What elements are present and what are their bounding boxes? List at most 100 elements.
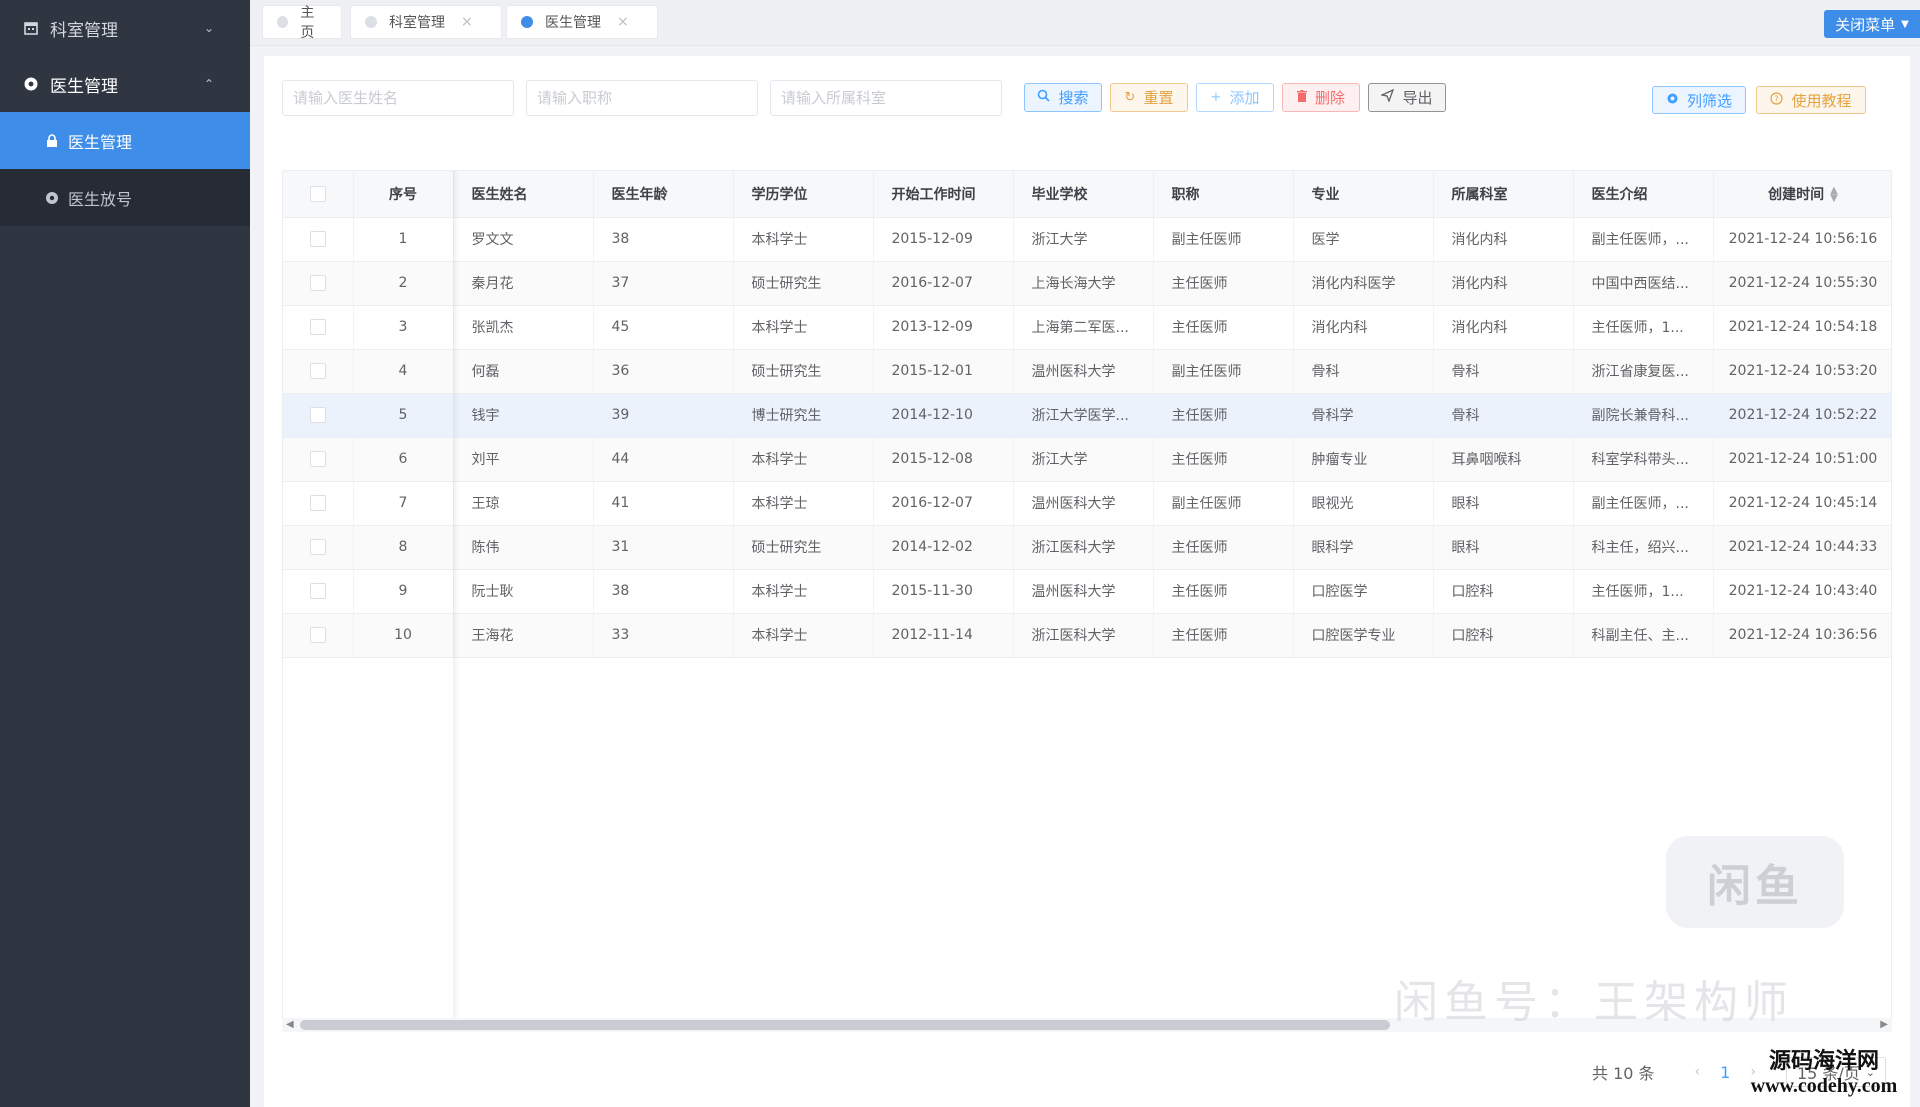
row-checkbox-cell[interactable]	[283, 261, 354, 306]
degree-cell: 硕士研究生	[733, 261, 874, 306]
close-icon[interactable]: ×	[461, 14, 473, 30]
delete-label: 删除	[1314, 89, 1345, 107]
total-count: 共 10 条	[1591, 1064, 1655, 1083]
sidebar-group-department[interactable]: 科室管理 ⌄	[0, 0, 250, 56]
school-cell: 温州医科大学	[1013, 569, 1154, 614]
age-cell: 38	[593, 217, 734, 262]
degree-cell: 硕士研究生	[733, 349, 874, 394]
start-date-cell: 2012-11-14	[873, 613, 1014, 658]
serial-cell: 8	[353, 525, 454, 570]
table-row[interactable]: 3 张凯杰 45 本科学士 2013-12-09 上海第二军医... 主任医师 消化内科 消化内…	[283, 305, 1891, 350]
row-checkbox-cell[interactable]	[283, 525, 354, 570]
row-checkbox[interactable]	[309, 319, 326, 335]
tab-department[interactable]: 科室管理 ×	[350, 5, 502, 39]
row-checkbox-cell[interactable]	[283, 305, 354, 350]
close-menu-label: 关闭菜单	[1835, 15, 1896, 34]
tab-label: 科室管理	[389, 15, 445, 31]
sidebar-item-doctor-schedule[interactable]: 医生放号	[0, 169, 250, 226]
add-button[interactable]: + 添加	[1196, 83, 1274, 112]
start-date-cell: 2015-11-30	[873, 569, 1014, 614]
select-all-checkbox[interactable]	[309, 185, 326, 202]
send-icon	[1380, 88, 1395, 106]
delete-button[interactable]: 删除	[1282, 83, 1360, 112]
row-checkbox[interactable]	[309, 627, 326, 643]
age-cell: 44	[593, 437, 734, 482]
gear-icon	[44, 190, 60, 206]
table-row[interactable]: 9 阮士耿 38 本科学士 2015-11-30 温州医科大学 主任医师 口腔医学 口腔科 主任医…	[283, 569, 1891, 614]
doctor-name-cell: 刘平	[453, 437, 594, 482]
prev-page-button[interactable]: ‹	[1695, 1064, 1701, 1080]
row-checkbox[interactable]	[309, 495, 326, 511]
sidebar-item-doctor-management[interactable]: 医生管理	[0, 112, 250, 169]
scroll-right-icon[interactable]: ▶	[1880, 1018, 1888, 1032]
table-row[interactable]: 2 秦月花 37 硕士研究生 2016-12-07 上海长海大学 主任医师 消化内科医学 消化内…	[283, 261, 1891, 306]
major-cell: 眼视光	[1293, 481, 1434, 526]
start-date-cell: 2016-12-07	[873, 481, 1014, 526]
tutorial-button[interactable]: ? 使用教程	[1756, 86, 1866, 114]
sort-icon[interactable]: ▲ ▼	[1830, 185, 1838, 203]
close-menu-button[interactable]: 关闭菜单 ▼	[1824, 10, 1920, 38]
reset-button[interactable]: ↻ 重置	[1110, 83, 1188, 112]
row-checkbox-cell[interactable]	[283, 393, 354, 438]
row-checkbox[interactable]	[309, 231, 326, 247]
search-button[interactable]: 搜索	[1024, 83, 1102, 112]
serial-cell: 7	[353, 481, 454, 526]
doctor-name-cell: 阮士耿	[453, 569, 594, 614]
doctor-name-cell: 罗文文	[453, 217, 594, 262]
scroll-left-icon[interactable]: ◀	[286, 1018, 294, 1032]
select-all-checkbox-cell[interactable]	[283, 171, 354, 218]
row-checkbox-cell[interactable]	[283, 349, 354, 394]
table-row[interactable]: 5 钱宇 39 博士研究生 2014-12-10 浙江大学医学... 主任医师 骨科学 骨科 副院…	[283, 393, 1891, 438]
row-checkbox[interactable]	[309, 583, 326, 599]
serial-cell: 10	[353, 613, 454, 658]
row-checkbox-cell[interactable]	[283, 217, 354, 262]
export-label: 导出	[1402, 89, 1433, 107]
sidebar-group-doctor[interactable]: 医生管理 ⌃	[0, 56, 250, 112]
created-time-cell: 2021-12-24 10:43:40	[1713, 569, 1891, 614]
row-checkbox[interactable]	[309, 407, 326, 423]
intro-cell: 科副主任、主...	[1573, 613, 1714, 658]
trash-icon	[1296, 89, 1307, 106]
tab-home[interactable]: 主页	[262, 5, 342, 41]
created-time-cell: 2021-12-24 10:44:33	[1713, 525, 1891, 570]
department-cell: 骨科	[1433, 393, 1574, 438]
row-checkbox-cell[interactable]	[283, 437, 354, 482]
row-checkbox[interactable]	[309, 275, 326, 291]
column-filter-button[interactable]: 列筛选	[1652, 86, 1746, 114]
table-row[interactable]: 8 陈伟 31 硕士研究生 2014-12-02 浙江医科大学 主任医师 眼科学 眼科 科主任，绍…	[283, 525, 1891, 570]
sidebar-item-label: 医生放号	[68, 189, 133, 209]
department-input[interactable]	[770, 80, 1002, 116]
current-page[interactable]: 1	[1720, 1063, 1730, 1082]
tutorial-label: 使用教程	[1791, 91, 1852, 110]
tab-bar: 主页 科室管理 × 医生管理 × 关闭菜单 ▼	[250, 0, 1920, 46]
sortable-column-header[interactable]: 创建时间 ▲ ▼	[1713, 171, 1891, 218]
site-name: 源码海洋网	[1768, 1049, 1879, 1074]
table-row[interactable]: 4 何磊 36 硕士研究生 2015-12-01 温州医科大学 副主任医师 骨科 骨科 浙江省康复…	[283, 349, 1891, 394]
table-row[interactable]: 7 王琼 41 本科学士 2016-12-07 温州医科大学 副主任医师 眼视光 眼科 副主任医师…	[283, 481, 1891, 526]
table-row[interactable]: 10 王海花 33 本科学士 2012-11-14 浙江医科大学 主任医师 口腔医学专业 口腔科…	[283, 613, 1891, 658]
major-cell: 医学	[1293, 217, 1434, 262]
title-input[interactable]	[526, 80, 758, 116]
row-checkbox-cell[interactable]	[283, 569, 354, 614]
intro-cell: 副主任医师，...	[1573, 481, 1714, 526]
title-cell: 主任医师	[1153, 261, 1294, 306]
row-checkbox[interactable]	[309, 451, 326, 467]
age-cell: 37	[593, 261, 734, 306]
row-checkbox[interactable]	[309, 363, 326, 379]
row-checkbox-cell[interactable]	[283, 613, 354, 658]
title-cell: 副主任医师	[1153, 481, 1294, 526]
doctor-name-cell: 张凯杰	[453, 305, 594, 350]
row-checkbox-cell[interactable]	[283, 481, 354, 526]
doctor-name-input[interactable]	[282, 80, 514, 116]
tab-doctor[interactable]: 医生管理 ×	[506, 5, 658, 39]
scrollbar-thumb[interactable]	[300, 1020, 1390, 1030]
export-button[interactable]: 导出	[1368, 83, 1446, 112]
degree-cell: 本科学士	[733, 569, 874, 614]
row-checkbox[interactable]	[309, 539, 326, 555]
table-row[interactable]: 1 罗文文 38 本科学士 2015-12-09 浙江大学 副主任医师 医学 消化内科 副主任医师…	[283, 217, 1891, 262]
title-cell: 主任医师	[1153, 305, 1294, 350]
major-cell: 口腔医学	[1293, 569, 1434, 614]
intro-cell: 科主任，绍兴...	[1573, 525, 1714, 570]
close-icon[interactable]: ×	[617, 14, 629, 30]
table-row[interactable]: 6 刘平 44 本科学士 2015-12-08 浙江大学 主任医师 肿瘤专业 耳鼻咽喉科 科室学科…	[283, 437, 1891, 482]
